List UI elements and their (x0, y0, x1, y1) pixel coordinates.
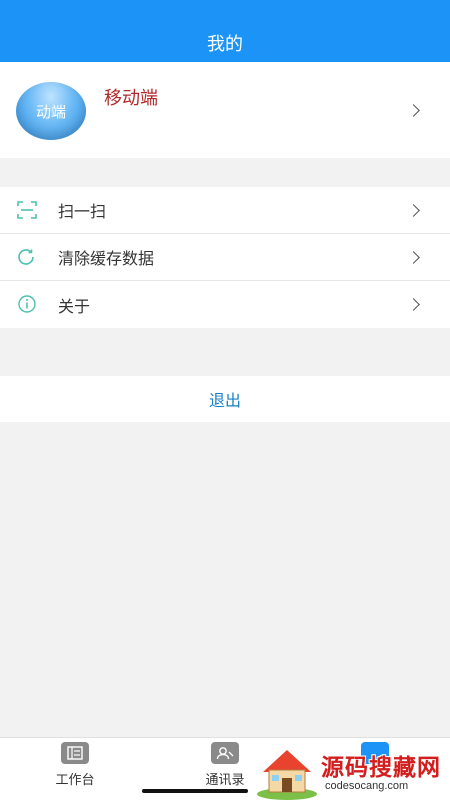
watermark-logo: 源码搜藏网 codesocang.com (255, 742, 450, 800)
settings-menu: 扫一扫 清除缓存数据 关于 (0, 187, 450, 328)
refresh-icon (18, 249, 34, 265)
info-icon (18, 295, 36, 313)
menu-item-scan[interactable]: 扫一扫 (0, 187, 450, 234)
chevron-right-icon (407, 251, 420, 264)
contacts-icon (211, 742, 239, 764)
menu-item-label: 关于 (58, 296, 91, 316)
menu-item-label: 扫一扫 (58, 202, 107, 221)
menu-item-about[interactable]: 关于 (0, 281, 450, 328)
avatar-text: 动端 (35, 102, 66, 121)
menu-item-clear-cache[interactable]: 清除缓存数据 (0, 234, 450, 281)
profile-name: 移动端 (104, 88, 158, 109)
tab-label: 工作台 (55, 773, 95, 788)
tab-label: 通讯录 (205, 773, 245, 788)
workbench-icon (61, 742, 89, 764)
page-title: 我的 (207, 34, 243, 55)
logout-label: 退出 (208, 391, 241, 410)
house-icon (257, 750, 317, 800)
profile-card[interactable]: 动端 移动端 (0, 62, 450, 158)
home-indicator (142, 789, 248, 793)
watermark-text: 源码搜藏网 (321, 755, 441, 781)
chevron-right-icon (407, 104, 420, 117)
tab-workbench[interactable]: 工作台 (30, 742, 120, 792)
chevron-right-icon (407, 204, 420, 217)
scan-icon (17, 201, 37, 219)
menu-item-label: 清除缓存数据 (58, 249, 155, 268)
logout-button[interactable]: 退出 (0, 376, 450, 422)
watermark-subtext: codesocang.com (325, 780, 409, 792)
chevron-right-icon (407, 298, 420, 311)
app-header: 我的 (0, 0, 450, 62)
avatar: 动端 (16, 82, 86, 140)
